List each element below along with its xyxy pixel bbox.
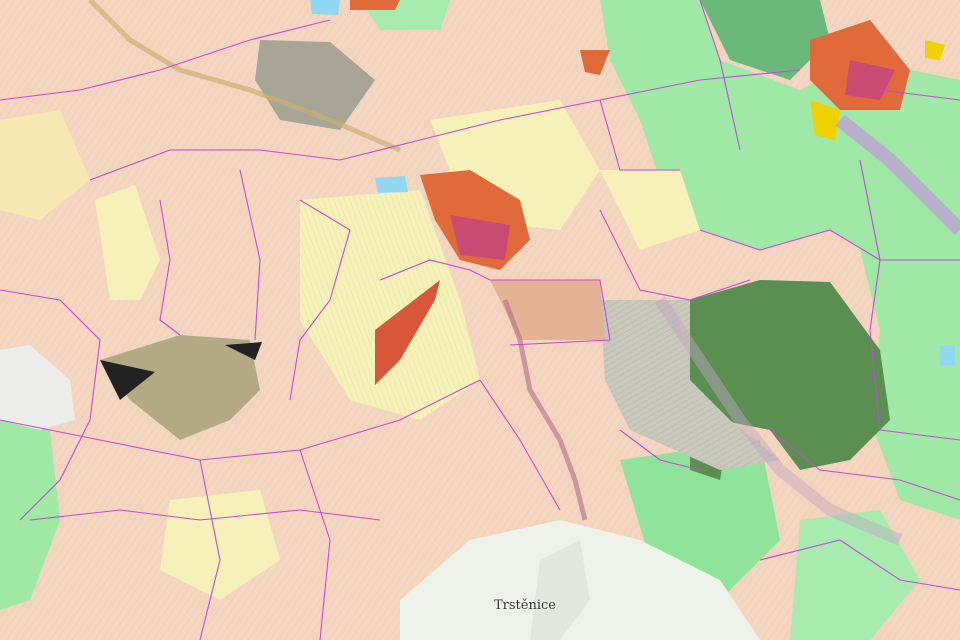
place-label-trstenice: Trstěnice bbox=[494, 598, 556, 613]
pond-2 bbox=[310, 0, 340, 15]
cadastral-land-use-map[interactable]: Trstěnice bbox=[0, 0, 960, 640]
map-canvas bbox=[0, 0, 960, 640]
pond-3 bbox=[940, 345, 955, 365]
pond-1 bbox=[375, 176, 408, 193]
